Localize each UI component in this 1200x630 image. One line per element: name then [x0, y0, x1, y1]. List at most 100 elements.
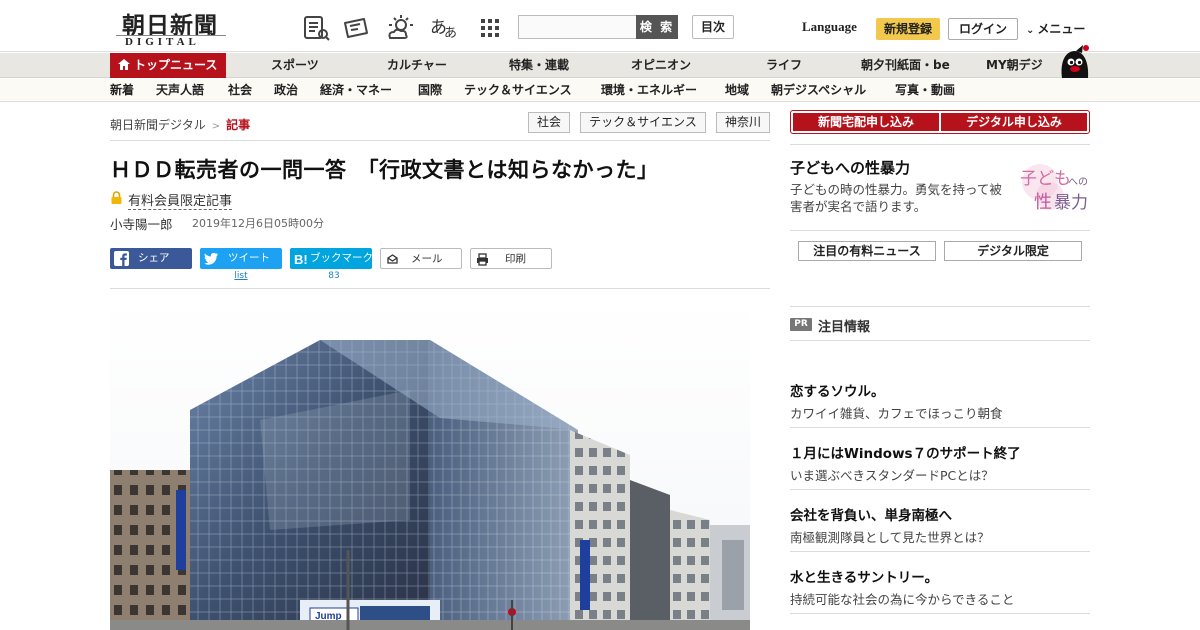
pr-item-divider — [790, 427, 1090, 428]
pr-item-divider — [790, 551, 1090, 552]
nav-sports[interactable]: スポーツ — [271, 53, 319, 78]
nav2-tech-science[interactable]: テック＆サイエンス — [464, 79, 572, 102]
nav-top-news-label: トップニュース — [134, 58, 218, 72]
pr-item-title[interactable]: 恋するソウル。 — [790, 380, 885, 400]
tweet-label: ツイート — [228, 252, 270, 264]
breadcrumb-divider — [110, 140, 770, 141]
grid-menu-icon[interactable] — [476, 14, 504, 42]
hatena-count[interactable]: 83 — [290, 271, 378, 281]
print-label: 印刷 — [505, 253, 526, 265]
facebook-icon — [114, 251, 129, 266]
subscribe-box: 新聞宅配申し込み デジタル申し込み — [790, 110, 1090, 134]
hatena-bookmark-button[interactable]: B! ブックマーク — [290, 248, 373, 269]
nav2-photo-video[interactable]: 写真・動画 — [895, 79, 955, 102]
nav2-politics[interactable]: 政治 — [274, 79, 298, 102]
nav-opinion[interactable]: オピニオン — [631, 53, 691, 78]
member-only-label[interactable]: 有料会員限定記事 — [128, 190, 233, 210]
hatena-bookmark-icon: B! — [294, 252, 308, 266]
index-button[interactable]: 目次 — [692, 15, 734, 39]
secondary-nav: 新着 天声人語 社会 政治 経済・マネー 国際 テック＆サイエンス 環境・エネル… — [0, 79, 1200, 102]
pr-section-title: 注目情報 — [818, 320, 871, 335]
sidebar-divider-pr — [790, 306, 1090, 307]
pr-item-divider — [790, 613, 1090, 614]
site-header: 朝日新聞 DIGITAL あ あ 検 索 目次 Language 新規登録 ログ… — [0, 0, 1200, 52]
weather-icon[interactable] — [386, 14, 414, 42]
tweet-button[interactable]: ツイート — [200, 248, 282, 269]
feature-logo-heno: への — [1068, 177, 1088, 188]
hatena-bookmark-label: ブックマーク — [310, 252, 373, 264]
register-button[interactable]: 新規登録 — [876, 18, 940, 40]
article-title: ＨＤＤ転売者の一問一答 「行政文書とは知らなかった」 — [110, 158, 659, 182]
nav-my-asahi[interactable]: MY朝デジ — [986, 53, 1043, 78]
nav2-tensei-jingo[interactable]: 天声人語 — [156, 79, 204, 102]
nav-culture[interactable]: カルチャー — [387, 53, 447, 78]
mail-share-label: メール — [411, 253, 443, 265]
tag-society[interactable]: 社会 — [528, 112, 570, 133]
feature-logo[interactable]: 子ども への 性 暴力 — [1012, 160, 1092, 216]
subscribe-digital-button[interactable]: デジタル申し込み — [941, 113, 1087, 131]
feature-logo-art: 子ども への 性 暴力 — [1020, 164, 1088, 213]
font-size-icon[interactable]: あ あ — [430, 13, 462, 41]
pr-item-desc[interactable]: 持続可能な社会の為に今からできること — [790, 589, 1014, 608]
pr-item-title[interactable]: 水と生きるサントリー。 — [790, 566, 938, 586]
mail-share-button[interactable]: メール — [380, 248, 462, 269]
nav-features[interactable]: 特集・連載 — [509, 53, 569, 78]
nav2-environment[interactable]: 環境・エネルギー — [601, 79, 697, 102]
feature-logo-sei: 性 — [1034, 192, 1052, 213]
nav2-international[interactable]: 国際 — [418, 79, 442, 102]
svg-text:B!: B! — [294, 252, 308, 266]
mascot-icon[interactable] — [1056, 42, 1092, 78]
newspaper-icon[interactable] — [302, 14, 330, 42]
notification-icon[interactable] — [342, 14, 370, 42]
home-icon — [118, 59, 130, 70]
menu-button[interactable]: ⌄ メニュー — [1026, 20, 1085, 37]
pr-item-desc[interactable]: いま選ぶべきスタンダードPCとは？ — [790, 465, 994, 484]
sidebar-divider-top — [790, 144, 1090, 145]
breadcrumb-home[interactable]: 朝日新聞デジタル — [110, 118, 206, 132]
nav2-economy[interactable]: 経済・マネー — [320, 79, 392, 102]
nav2-society[interactable]: 社会 — [228, 79, 252, 102]
article-photo-image: Jump — [110, 300, 750, 630]
search-input[interactable] — [518, 15, 638, 39]
feature-logo-kodomo: 子ども — [1020, 169, 1071, 189]
article-author[interactable]: 小寺陽一郎 — [110, 214, 173, 233]
tag-kanagawa[interactable]: 神奈川 — [716, 112, 770, 133]
article-photo[interactable]: Jump — [110, 300, 750, 630]
pr-item-title[interactable]: 会社を背負い、単身南極へ — [790, 504, 952, 524]
tab-paid-news[interactable]: 注目の有料ニュース — [798, 241, 936, 261]
mail-icon — [387, 254, 398, 264]
pr-badge: PR — [790, 318, 812, 331]
nav-life[interactable]: ライフ — [766, 53, 802, 78]
tab-digital-only[interactable]: デジタル限定 — [944, 241, 1082, 261]
chevron-down-icon: ⌄ — [1026, 25, 1035, 36]
facebook-share-label: シェア — [138, 252, 170, 264]
feature-title[interactable]: 子どもへの性暴力 — [790, 157, 910, 178]
nav2-special[interactable]: 朝デジスペシャル — [771, 79, 866, 102]
tweet-count[interactable]: list — [200, 271, 282, 281]
breadcrumb-separator: > — [211, 121, 221, 132]
pr-item-desc[interactable]: カワイイ雑貨、カフェでほっこり朝食 — [790, 403, 1003, 422]
login-button[interactable]: ログイン — [948, 18, 1018, 40]
facebook-share-button[interactable]: シェア — [110, 248, 192, 269]
subscribe-paper-button[interactable]: 新聞宅配申し込み — [793, 113, 939, 131]
article-date: 2019年12月6日05時00分 — [192, 217, 324, 230]
language-link[interactable]: Language — [802, 19, 857, 35]
breadcrumb-current: 記事 — [226, 118, 251, 132]
tag-tech-science[interactable]: テック＆サイエンス — [580, 112, 706, 133]
search-button[interactable]: 検 索 — [636, 15, 678, 39]
nav2-latest[interactable]: 新着 — [110, 79, 134, 102]
twitter-icon — [204, 252, 218, 265]
print-button[interactable]: 印刷 — [470, 248, 552, 269]
nav2-region[interactable]: 地域 — [725, 79, 749, 102]
sidebar-divider-feature — [790, 230, 1090, 231]
nav-top-news[interactable]: トップニュース — [110, 53, 227, 78]
asahi-digital-logo[interactable]: 朝日新聞 DIGITAL — [110, 6, 230, 48]
nav-paper[interactable]: 朝夕刊紙面・be — [861, 53, 950, 78]
feature-logo-boryoku: 暴力 — [1054, 193, 1088, 213]
pr-item-desc[interactable]: 南極観測隊員として見た世界とは？ — [790, 527, 990, 546]
share-divider — [110, 288, 770, 289]
primary-nav: トップニュース スポーツ カルチャー 特集・連載 オピニオン ライフ 朝夕刊紙面… — [0, 53, 1200, 78]
sidebar-divider-pr-bottom — [790, 340, 1090, 341]
feature-description[interactable]: 子どもの時の性暴力。勇気を持って被害者が実名で語ります。 — [790, 181, 1008, 215]
pr-item-title[interactable]: １月にはWindows７のサポート終了 — [790, 442, 1021, 462]
